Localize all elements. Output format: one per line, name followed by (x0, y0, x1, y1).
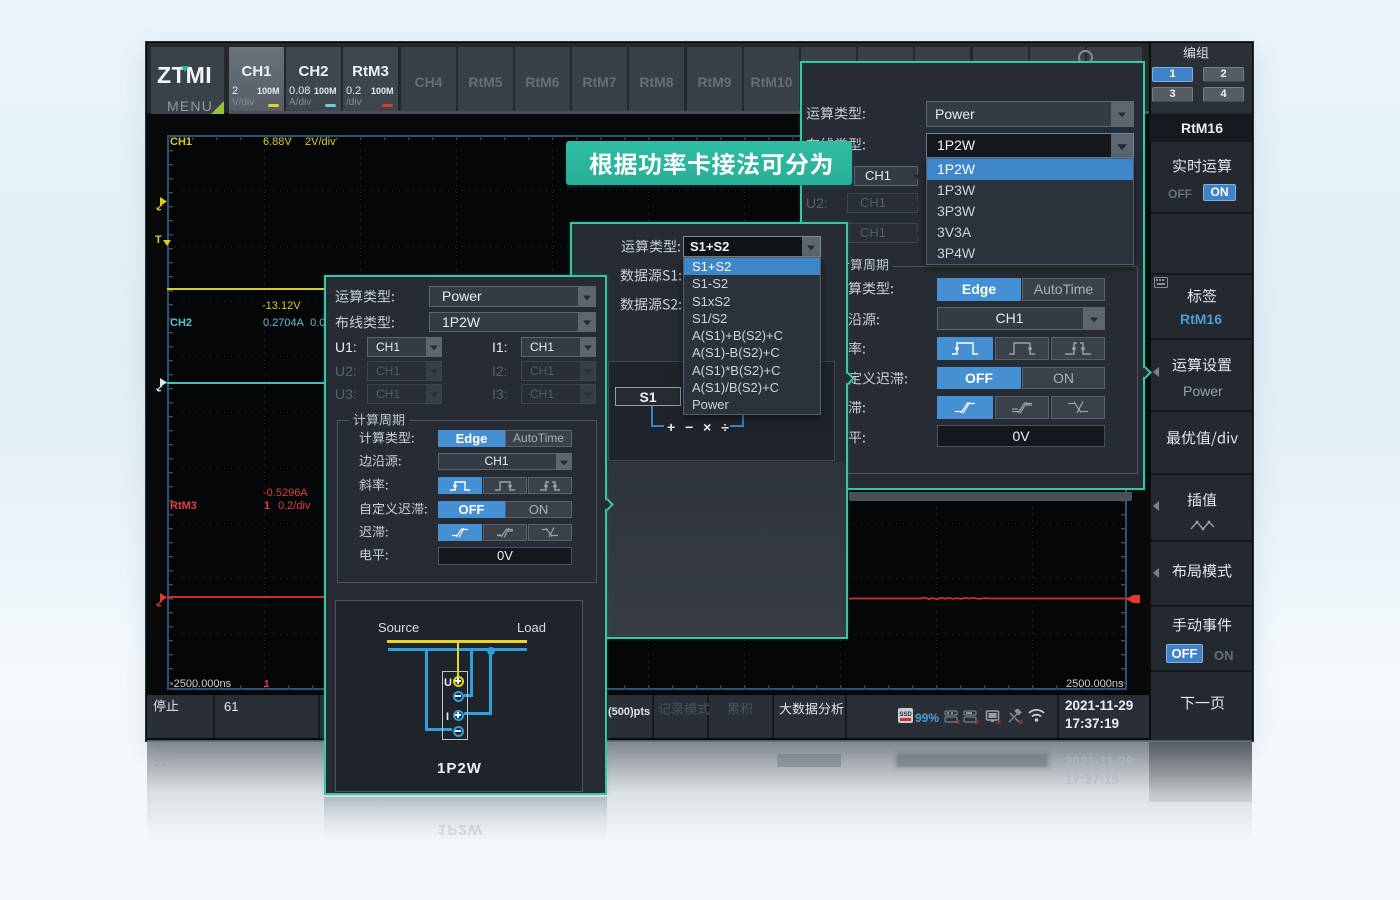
svg-text:x: x (956, 719, 960, 725)
svg-text:x: x (975, 719, 979, 725)
svg-text:SSD: SSD (899, 712, 912, 718)
svg-text:x: x (1019, 719, 1023, 725)
svg-text:x: x (997, 719, 1001, 725)
